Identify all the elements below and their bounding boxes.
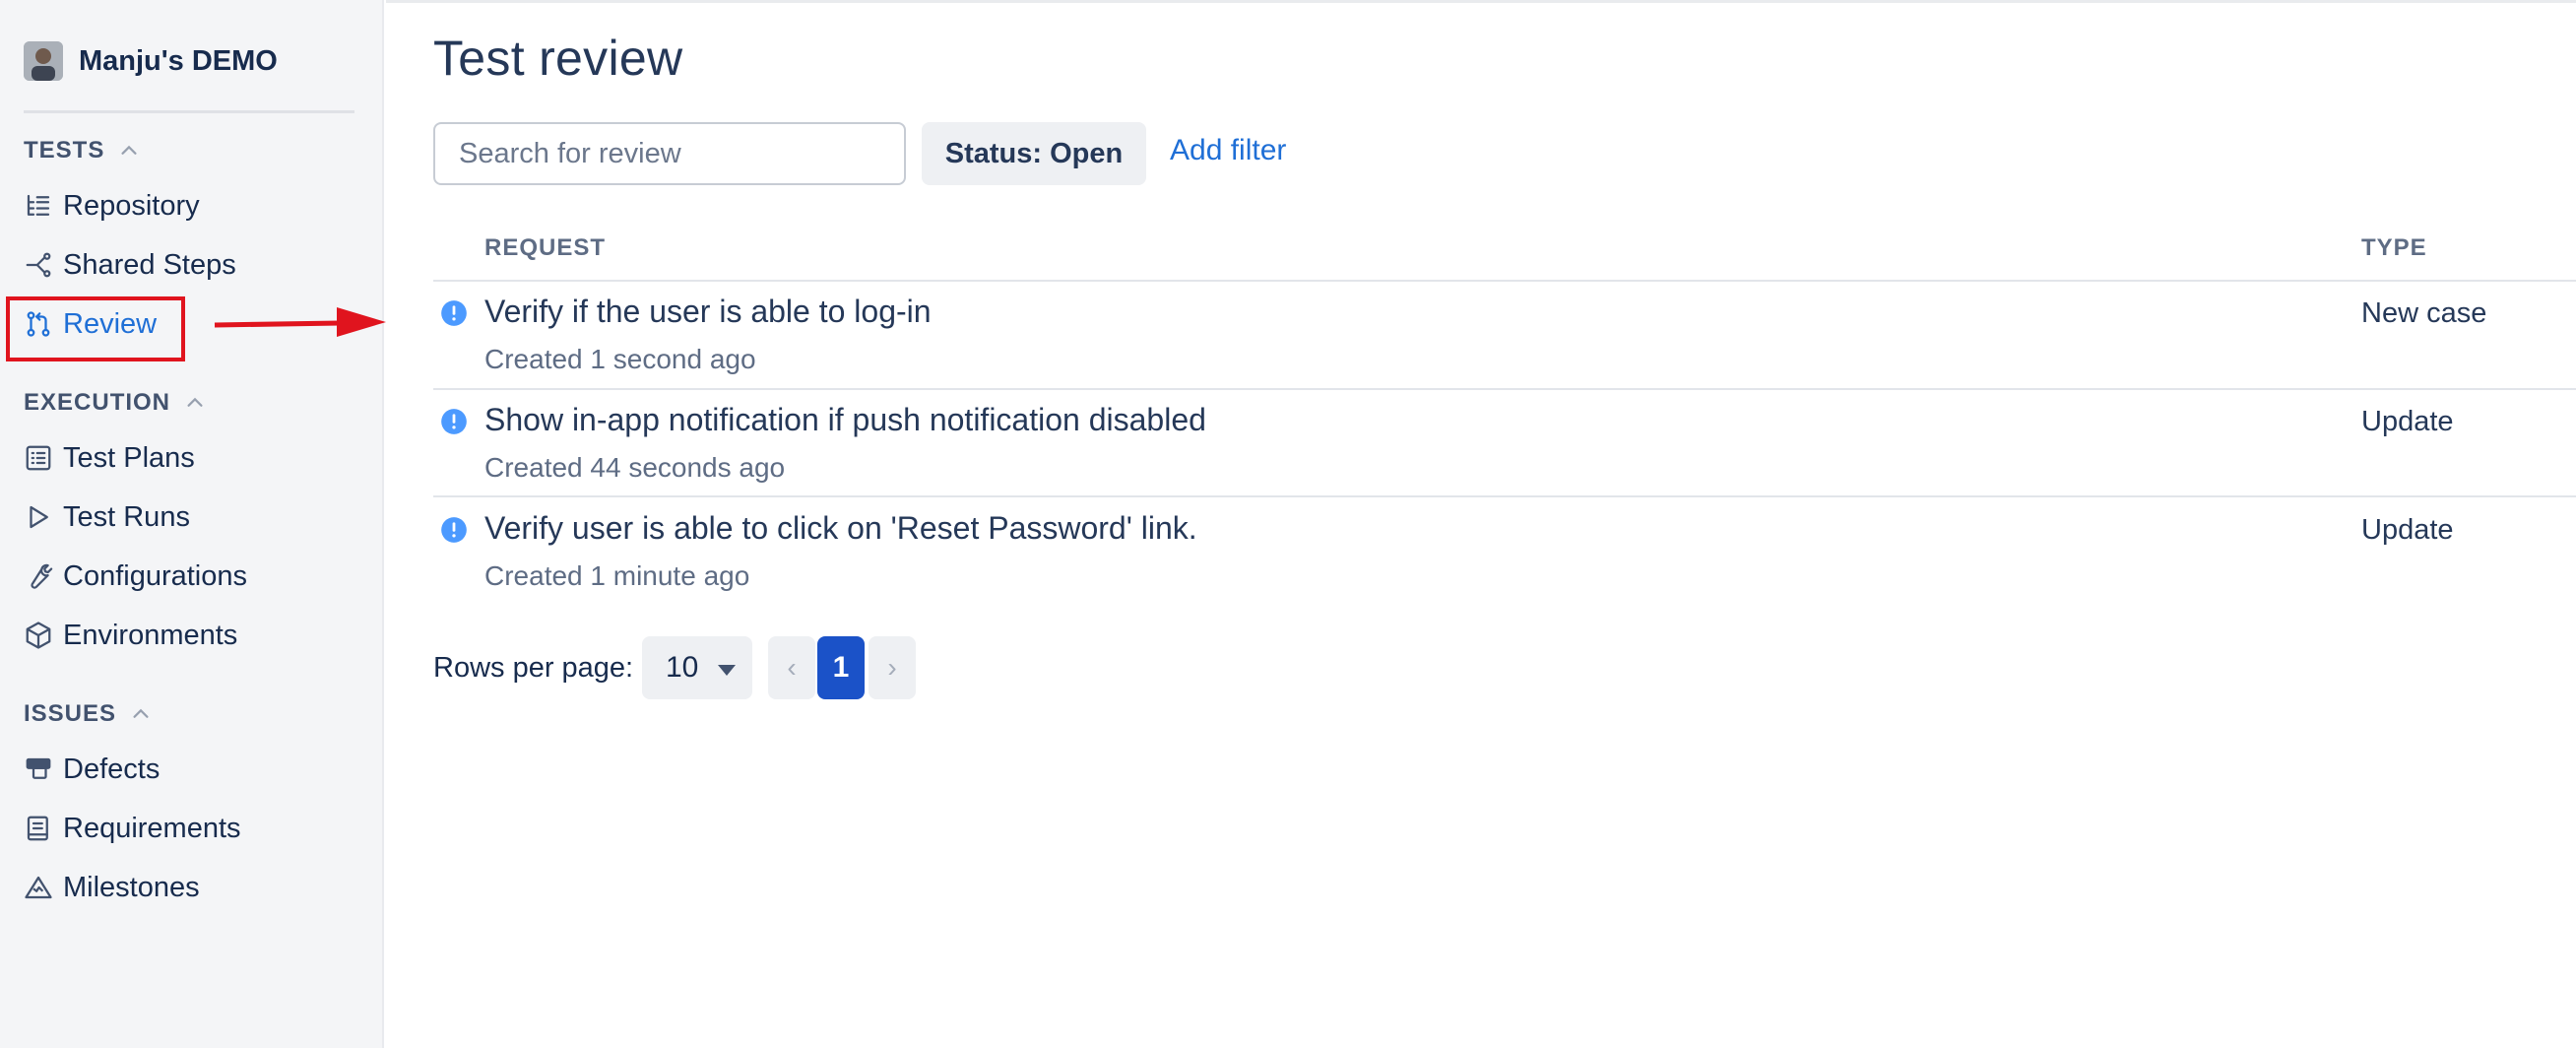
project-name: Manju's DEMO (79, 44, 278, 77)
row-divider (433, 388, 2576, 390)
review-type: New case (2361, 297, 2487, 329)
sidebar: Manju's DEMO TESTS Repository Shared Ste… (0, 0, 384, 1048)
sidebar-item-label: Shared Steps (63, 248, 236, 281)
table-divider (433, 280, 2576, 282)
rows-per-page-value: 10 (666, 651, 699, 684)
chevron-up-icon (133, 708, 149, 718)
info-circle-icon (441, 300, 467, 326)
sidebar-divider (24, 110, 354, 113)
review-type: Update (2361, 514, 2454, 546)
rows-per-page-select[interactable]: 10 (642, 636, 752, 699)
annotation-highlight-box (6, 296, 185, 361)
section-title: ISSUES (24, 700, 117, 727)
review-request-title[interactable]: Verify if the user is able to log-in (484, 294, 932, 330)
review-created-time: Created 1 second ago (484, 344, 756, 374)
sidebar-item-label: Repository (63, 189, 200, 222)
search-input[interactable] (433, 122, 906, 185)
next-page-button[interactable]: › (869, 636, 916, 699)
review-created-time: Created 44 seconds ago (484, 452, 786, 483)
row-divider (433, 495, 2576, 497)
section-issues-header[interactable]: ISSUES (24, 699, 152, 729)
branch-share-icon (26, 252, 51, 278)
chevron-up-icon (187, 397, 203, 407)
project-switcher[interactable]: Manju's DEMO (24, 41, 278, 81)
info-circle-icon (441, 409, 467, 434)
defect-icon (26, 757, 51, 779)
hierarchy-list-icon (27, 194, 50, 216)
review-request-title[interactable]: Show in-app notification if push notific… (484, 402, 1206, 438)
section-tests-header[interactable]: TESTS (24, 136, 140, 165)
sidebar-item-label: Requirements (63, 812, 241, 844)
sidebar-item-label: Configurations (63, 559, 247, 592)
sidebar-item-test-runs[interactable]: Test Runs (24, 497, 190, 537)
annotation-arrow (214, 307, 386, 337)
play-icon (30, 505, 48, 529)
section-execution-header[interactable]: EXECUTION (24, 388, 206, 418)
section-title: EXECUTION (24, 389, 171, 416)
review-request-title[interactable]: Verify user is able to click on 'Reset P… (484, 510, 1197, 547)
sidebar-item-requirements[interactable]: Requirements (24, 809, 241, 848)
sidebar-item-milestones[interactable]: Milestones (24, 868, 200, 907)
sidebar-item-label: Test Runs (63, 500, 190, 533)
sidebar-item-shared-steps[interactable]: Shared Steps (24, 245, 236, 285)
sidebar-item-configurations[interactable]: Configurations (24, 557, 247, 596)
rows-per-page-label: Rows per page: (433, 652, 634, 684)
caret-down-icon (718, 664, 737, 676)
page-title: Test review (433, 31, 683, 86)
cube-icon (26, 622, 51, 649)
sidebar-item-repository[interactable]: Repository (24, 186, 200, 226)
book-icon (27, 816, 48, 841)
sidebar-item-environments[interactable]: Environments (24, 616, 237, 655)
column-header-request[interactable]: REQUEST (484, 234, 606, 262)
list-icon (26, 445, 51, 471)
mountain-icon (25, 876, 52, 899)
review-type: Update (2361, 406, 2454, 437)
sidebar-item-defects[interactable]: Defects (24, 750, 160, 789)
sidebar-item-label: Defects (63, 753, 161, 785)
project-avatar (24, 41, 63, 81)
sidebar-item-label: Test Plans (63, 441, 195, 474)
section-title: TESTS (24, 137, 105, 164)
add-filter-link[interactable]: Add filter (1170, 134, 1286, 167)
sidebar-item-test-plans[interactable]: Test Plans (24, 438, 195, 478)
wrench-icon (31, 563, 53, 589)
sidebar-item-label: Environments (63, 619, 238, 651)
info-circle-icon (441, 517, 467, 543)
prev-page-button[interactable]: ‹ (768, 636, 815, 699)
column-header-type[interactable]: TYPE (2361, 234, 2427, 262)
review-created-time: Created 1 minute ago (484, 560, 750, 591)
sidebar-item-label: Milestones (63, 871, 200, 903)
status-filter-chip[interactable]: Status: Open (922, 122, 1146, 185)
top-border (386, 0, 2576, 3)
page-1-button[interactable]: 1 (817, 636, 865, 699)
chevron-up-icon (121, 145, 137, 155)
